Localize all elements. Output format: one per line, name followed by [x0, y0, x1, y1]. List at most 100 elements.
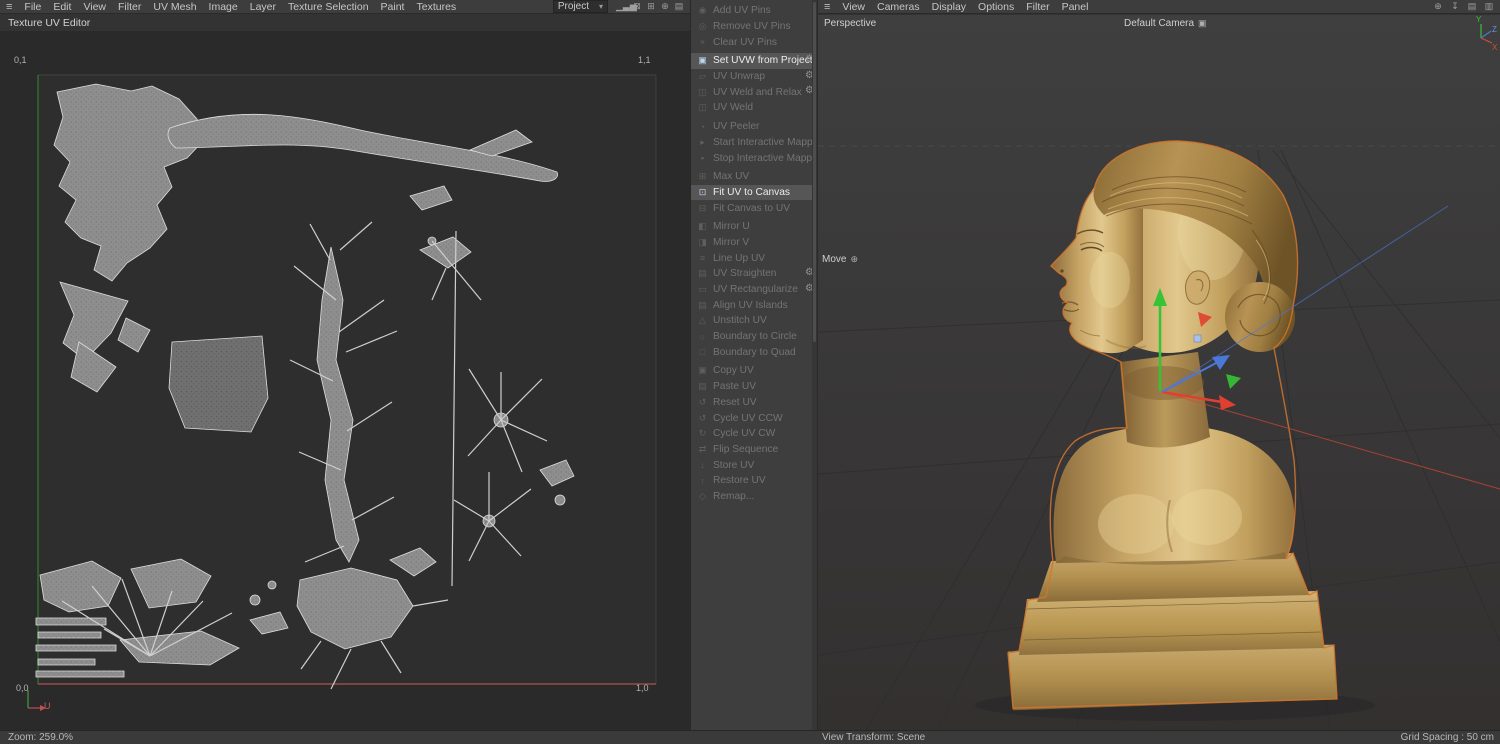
menubar-item-filter[interactable]: Filter — [1020, 1, 1055, 13]
uv-menu-item-clear-uv-pins[interactable]: ×Clear UV Pins — [691, 34, 817, 50]
download-icon[interactable]: ↧ — [1448, 1, 1462, 12]
uv-menu-item-remove-uv-pins[interactable]: ◎Remove UV Pins — [691, 19, 817, 35]
uv-menu-item-set-uvw-from-projection[interactable]: ▣Set UVW from Projection⚙ — [691, 53, 817, 69]
uv-canvas-area[interactable] — [0, 31, 690, 730]
uv-menu-item-align-uv-islands[interactable]: ▤Align UV Islands — [691, 297, 817, 313]
uv-island[interactable] — [169, 336, 268, 432]
uv-command-list: ◉Add UV Pins◎Remove UV Pins×Clear UV Pin… — [691, 3, 817, 504]
uv-menu-item-cycle-uv-cw[interactable]: ↻Cycle UV CW — [691, 426, 817, 442]
page-icon[interactable]: ▤ — [1465, 1, 1479, 12]
uv-island[interactable] — [38, 632, 101, 638]
3d-viewport[interactable]: Y Z X Perspective Default Camera ▣ Move … — [818, 15, 1500, 730]
viewport-camera-label[interactable]: Default Camera ▣ — [1124, 18, 1207, 29]
uv-menu-item-boundary-to-quad[interactable]: □Boundary to Quad — [691, 344, 817, 360]
menubar-item-layer[interactable]: Layer — [244, 1, 282, 13]
hamburger-icon[interactable]: ≡ — [0, 1, 18, 13]
uv-menu-item-label: Cycle UV CW — [713, 428, 775, 439]
uv-island[interactable] — [250, 595, 260, 605]
gizmo-plane-handle[interactable] — [1226, 374, 1241, 389]
uv-menu-item-uv-weld[interactable]: ◫UV Weld — [691, 100, 817, 116]
uv-menu-item-mirror-u[interactable]: ◧Mirror U — [691, 219, 817, 235]
uv-menu-item-mirror-v[interactable]: ◨Mirror V — [691, 235, 817, 251]
uv-island[interactable] — [36, 671, 124, 677]
uv-menu-item-uv-unwrap[interactable]: ▱UV Unwrap⚙ — [691, 69, 817, 85]
uv-menu-item-flip-sequence[interactable]: ⇄Flip Sequence — [691, 442, 817, 458]
grid-icon[interactable]: ⊞ — [644, 1, 658, 12]
uv-menu-item-stop-interactive-mapping[interactable]: ▪Stop Interactive Mapping — [691, 150, 817, 166]
list-icon[interactable]: ▥ — [1482, 1, 1496, 12]
uv-menu-item-label: Boundary to Quad — [713, 347, 796, 358]
copy-icon: ▣ — [696, 365, 709, 376]
uv-menu-item-label: Restore UV — [713, 475, 766, 486]
lock-icon[interactable]: ⊠ — [630, 1, 644, 12]
rectangularize-icon: ▭ — [696, 284, 709, 295]
uv-menu-item-label: Max UV — [713, 171, 749, 182]
uv-menu-item-remap[interactable]: ◇Remap... — [691, 489, 817, 505]
viewport-menubar: ≡ ViewCamerasDisplayOptionsFilterPanel ⊕… — [818, 0, 1500, 14]
hand-icon[interactable]: ⊕ — [1431, 1, 1445, 12]
uv-menu-item-boundary-to-circle[interactable]: ○Boundary to Circle — [691, 329, 817, 345]
menubar-item-texture-selection[interactable]: Texture Selection — [282, 1, 375, 13]
uv-menu-item-uv-peeler[interactable]: ◔UV Peeler — [691, 119, 817, 135]
menubar-item-image[interactable]: Image — [203, 1, 244, 13]
uv-menu-item-fit-uv-to-canvas[interactable]: ⊡Fit UV to Canvas — [691, 185, 817, 201]
restore-icon: ↑ — [696, 476, 709, 486]
axis-z-label: Z — [1492, 25, 1497, 34]
page-icon[interactable]: ▤ — [672, 1, 686, 12]
uv-menu-item-uv-rectangularize[interactable]: ▭UV Rectangularize⚙ — [691, 282, 817, 298]
menubar-item-options[interactable]: Options — [972, 1, 1020, 13]
uv-menu-item-reset-uv[interactable]: ↺Reset UV — [691, 395, 817, 411]
uv-menu-item-label: Boundary to Circle — [713, 331, 797, 342]
menubar-item-view[interactable]: View — [77, 1, 112, 13]
menubar-item-file[interactable]: File — [18, 1, 47, 13]
uv-menu-item-fit-canvas-to-uv[interactable]: ⊟Fit Canvas to UV — [691, 200, 817, 216]
uv-island[interactable] — [555, 495, 565, 505]
uv-menu-item-store-uv[interactable]: ↓Store UV — [691, 457, 817, 473]
uv-corner-label-11: 1,1 — [638, 55, 651, 65]
uv-menu-item-copy-uv[interactable]: ▣Copy UV — [691, 363, 817, 379]
histogram-icon[interactable]: ▁▃▅ — [616, 1, 630, 12]
stop-mapping-icon: ▪ — [696, 153, 709, 163]
menubar-item-uv-mesh[interactable]: UV Mesh — [147, 1, 202, 13]
application-window: ≡ FileEditViewFilterUV MeshImageLayerTex… — [0, 0, 1500, 744]
axis-x-label: X — [1492, 43, 1498, 52]
uv-menu-item-cycle-uv-ccw[interactable]: ↺Cycle UV CCW — [691, 410, 817, 426]
uv-menu-item-uv-straighten[interactable]: ▤UV Straighten⚙ — [691, 266, 817, 282]
menubar-item-paint[interactable]: Paint — [375, 1, 411, 13]
uv-menu-item-add-uv-pins[interactable]: ◉Add UV Pins — [691, 3, 817, 19]
uv-menu-item-start-interactive-mapping[interactable]: ▸Start Interactive Mapping — [691, 135, 817, 151]
uv-menu-item-restore-uv[interactable]: ↑ Restore UV — [691, 473, 817, 489]
camera-icon: ▣ — [1198, 18, 1207, 29]
uv-map-canvas[interactable] — [0, 31, 690, 730]
menubar-item-textures[interactable]: Textures — [410, 1, 462, 13]
uv-menu-item-max-uv[interactable]: ⊞Max UV — [691, 169, 817, 185]
menubar-item-cameras[interactable]: Cameras — [871, 1, 926, 13]
uv-menu-item-line-up-uv[interactable]: ≡Line Up UV — [691, 250, 817, 266]
menubar-item-panel[interactable]: Panel — [1056, 1, 1095, 13]
uv-island[interactable] — [36, 645, 116, 651]
menubar-item-view[interactable]: View — [836, 1, 871, 13]
orientation-axis-gizmo[interactable]: Y Z X — [1476, 15, 1498, 52]
fit-uv-canvas-icon: ⊡ — [696, 187, 709, 198]
uv-menu-item-label: UV Weld and Relax — [713, 87, 802, 98]
uv-editor-menu-items: FileEditViewFilterUV MeshImageLayerTextu… — [18, 1, 462, 13]
uv-island[interactable] — [38, 659, 95, 665]
uv-menu-item-paste-uv[interactable]: ▤Paste UV — [691, 379, 817, 395]
scrollbar-thumb[interactable] — [813, 2, 816, 342]
menubar-item-filter[interactable]: Filter — [112, 1, 147, 13]
uv-menu-item-label: Add UV Pins — [713, 5, 771, 16]
hand-icon[interactable]: ⊕ — [658, 1, 672, 12]
menubar-item-edit[interactable]: Edit — [47, 1, 77, 13]
scrollbar[interactable] — [812, 0, 817, 744]
uv-menu-item-unstitch-uv[interactable]: △Unstitch UV — [691, 313, 817, 329]
bust-sculpture[interactable] — [975, 141, 1375, 721]
viewport-3d-scene[interactable]: Y Z X — [818, 15, 1500, 730]
gizmo-center-handle[interactable] — [1194, 335, 1201, 342]
menubar-item-display[interactable]: Display — [926, 1, 972, 13]
viewport-toolbar-icons: ⊕↧▤▥ — [1431, 1, 1500, 12]
hamburger-icon[interactable]: ≡ — [818, 1, 836, 13]
uv-island[interactable] — [268, 581, 276, 589]
uv-menu-item-label: Store UV — [713, 460, 754, 471]
uv-menu-item-uv-weld-and-relax[interactable]: ◫UV Weld and Relax⚙ — [691, 84, 817, 100]
project-dropdown[interactable]: Project ▾ — [553, 0, 608, 13]
